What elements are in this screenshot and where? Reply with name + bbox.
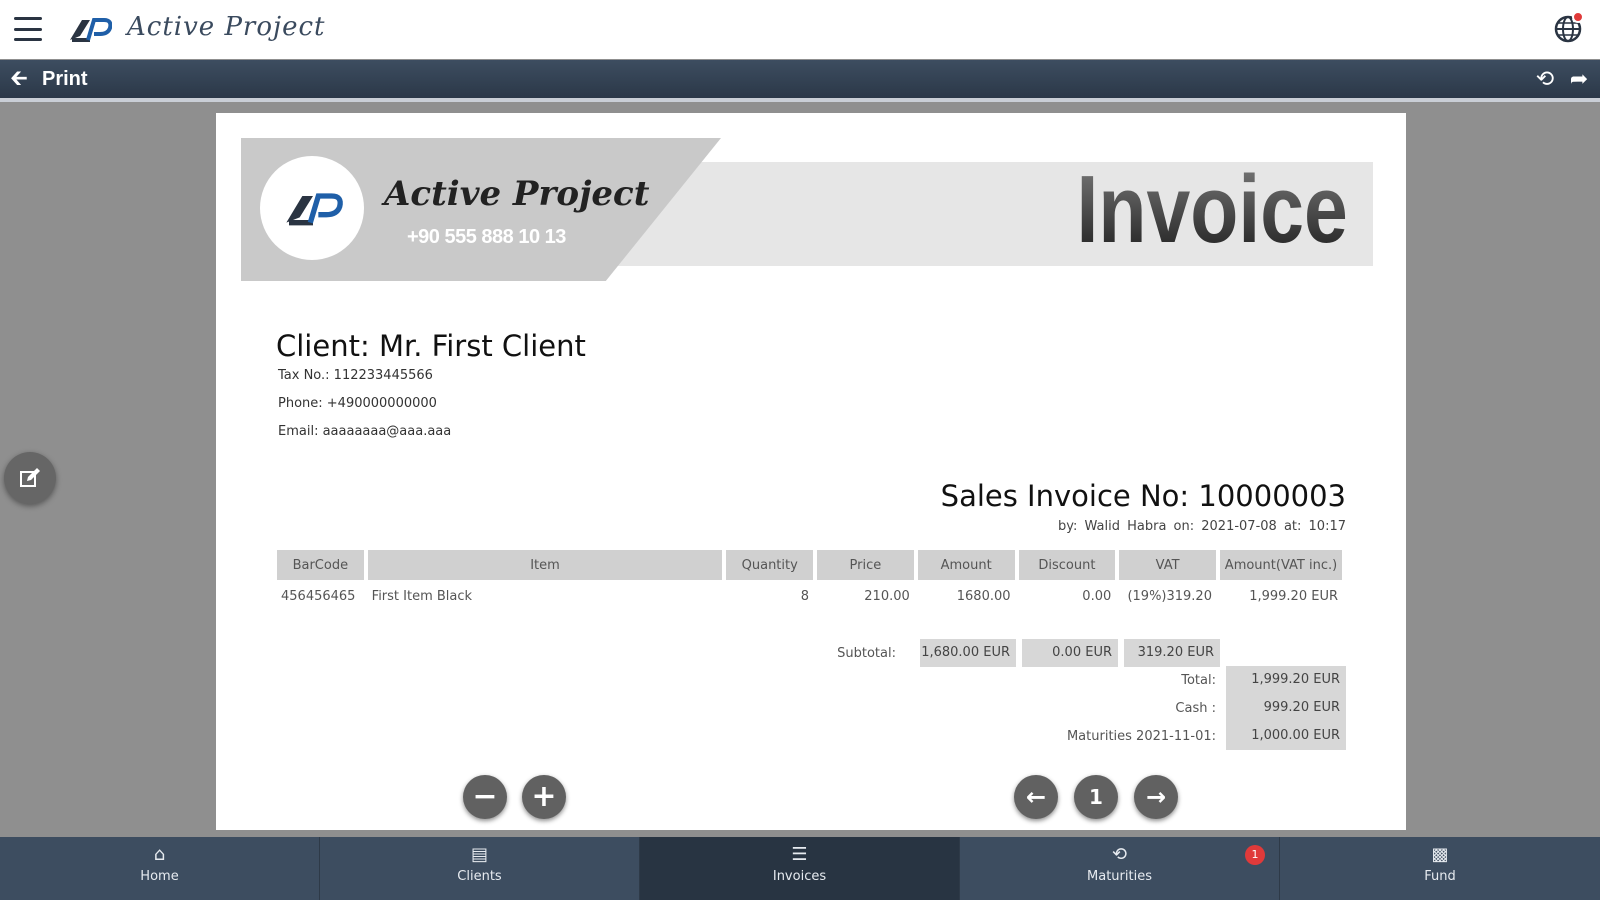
invoice-heading: Invoice bbox=[1076, 156, 1348, 263]
nav-item-home[interactable]: ⌂ Home bbox=[0, 837, 320, 900]
money-icon: ▩ bbox=[1431, 844, 1449, 865]
column-header: BarCode bbox=[277, 550, 364, 580]
bottom-navigation: ⌂ Home ▤ Clients ☰ Invoices ⟲ Maturities… bbox=[0, 837, 1600, 900]
nav-item-invoices[interactable]: ☰ Invoices bbox=[640, 837, 960, 900]
total-label: Total: bbox=[1181, 673, 1216, 688]
nav-item-label: Fund bbox=[1424, 869, 1456, 884]
cell-price: 210.00 bbox=[864, 588, 910, 604]
cash-value: 999.20 EUR bbox=[1226, 694, 1346, 722]
history-icon[interactable]: ⟲ bbox=[1532, 67, 1558, 92]
next-page-button[interactable]: → bbox=[1134, 775, 1178, 819]
nav-item-label: Clients bbox=[457, 869, 502, 884]
zoom-out-button[interactable]: − bbox=[463, 775, 507, 819]
zoom-in-button[interactable]: + bbox=[522, 775, 566, 819]
client-phone: Phone: +490000000000 bbox=[278, 396, 437, 411]
id-card-icon: ▤ bbox=[470, 844, 488, 865]
company-logo bbox=[260, 156, 364, 260]
table-header-row: BarCode Item Quantity Price Amount Disco… bbox=[277, 550, 1342, 580]
page-number-button[interactable]: 1 bbox=[1074, 775, 1118, 819]
cell-amount: 1680.00 bbox=[956, 588, 1011, 604]
cell-barcode: 456456465 bbox=[281, 588, 356, 604]
company-name: Active Project bbox=[384, 174, 650, 214]
subtotal-label: Subtotal: bbox=[837, 646, 896, 661]
ap-logo-icon bbox=[70, 18, 112, 42]
maturities-label: Maturities 2021-11-01: bbox=[1066, 729, 1216, 744]
column-header: Item bbox=[367, 550, 723, 580]
maturities-value: 1,000.00 EUR bbox=[1226, 722, 1346, 750]
history-icon: ⟲ bbox=[1111, 844, 1128, 865]
cell-amount-vat: 1,999.20 EUR bbox=[1249, 588, 1338, 604]
page-title: Print bbox=[42, 68, 88, 90]
column-header: Amount(VAT inc.) bbox=[1219, 550, 1342, 580]
maturities-badge: 1 bbox=[1245, 845, 1265, 865]
column-header: Amount bbox=[917, 550, 1015, 580]
app-header: Active Project bbox=[0, 0, 1600, 59]
client-email: Email: aaaaaaaa@aaa.aaa bbox=[278, 424, 452, 439]
nav-item-label: Home bbox=[140, 869, 179, 884]
column-header: Price bbox=[817, 550, 914, 580]
share-icon[interactable]: ➦ bbox=[1566, 67, 1592, 92]
column-header: Discount bbox=[1018, 550, 1116, 580]
nav-item-maturities[interactable]: ⟲ Maturities bbox=[960, 837, 1280, 900]
nav-item-label: Maturities bbox=[1087, 869, 1152, 884]
column-header: Quantity bbox=[726, 550, 814, 580]
invoice-number: Sales Invoice No: 10000003 bbox=[940, 479, 1346, 513]
subtotal-vat: 319.20 EUR bbox=[1124, 639, 1220, 667]
previous-page-button[interactable]: ← bbox=[1014, 775, 1058, 819]
edit-button[interactable] bbox=[4, 452, 56, 504]
company-phone: +90 555 888 10 13 bbox=[407, 226, 566, 248]
client-name: Client: Mr. First Client bbox=[276, 329, 586, 363]
column-header: VAT bbox=[1119, 550, 1216, 580]
cell-item: First Item Black bbox=[371, 588, 473, 604]
invoice-header: Active Project +90 555 888 10 13 Invoice bbox=[241, 138, 1373, 281]
cell-vat: (19%)319.20 bbox=[1127, 588, 1212, 604]
client-tax: Tax No.: 112233445566 bbox=[278, 368, 433, 383]
subtotal-discount: 0.00 EUR bbox=[1022, 639, 1118, 667]
items-table: BarCode Item Quantity Price Amount Disco… bbox=[273, 550, 1346, 612]
invoice-document: Active Project +90 555 888 10 13 Invoice… bbox=[216, 113, 1406, 830]
print-toolbar: 🡰 Print ⟲ ➦ bbox=[0, 60, 1600, 102]
list-icon: ☰ bbox=[791, 844, 808, 865]
hamburger-icon[interactable] bbox=[14, 17, 42, 41]
nav-item-fund[interactable]: ▩ Fund bbox=[1280, 837, 1600, 900]
total-value: 1,999.20 EUR bbox=[1226, 666, 1346, 694]
cell-quantity: 8 bbox=[800, 588, 810, 604]
app-title: Active Project bbox=[127, 12, 326, 42]
cell-discount: 0.00 bbox=[1082, 588, 1112, 604]
arrow-left-icon[interactable]: 🡰 bbox=[10, 68, 34, 90]
invoice-author-line: by: Walid Habra on: 2021-07-08 at: 10:17 bbox=[1058, 519, 1346, 534]
home-icon: ⌂ bbox=[153, 844, 166, 865]
edit-icon bbox=[20, 468, 40, 487]
subtotal-amount: 1,680.00 EUR bbox=[920, 639, 1016, 667]
nav-item-label: Invoices bbox=[772, 869, 827, 884]
notification-dot bbox=[1572, 11, 1584, 23]
cash-label: Cash : bbox=[1175, 701, 1216, 716]
nav-item-clients[interactable]: ▤ Clients bbox=[320, 837, 640, 900]
ap-logo-icon bbox=[286, 193, 343, 226]
table-row: 456456465 First Item Black 8 210.00 1680… bbox=[277, 580, 1342, 612]
